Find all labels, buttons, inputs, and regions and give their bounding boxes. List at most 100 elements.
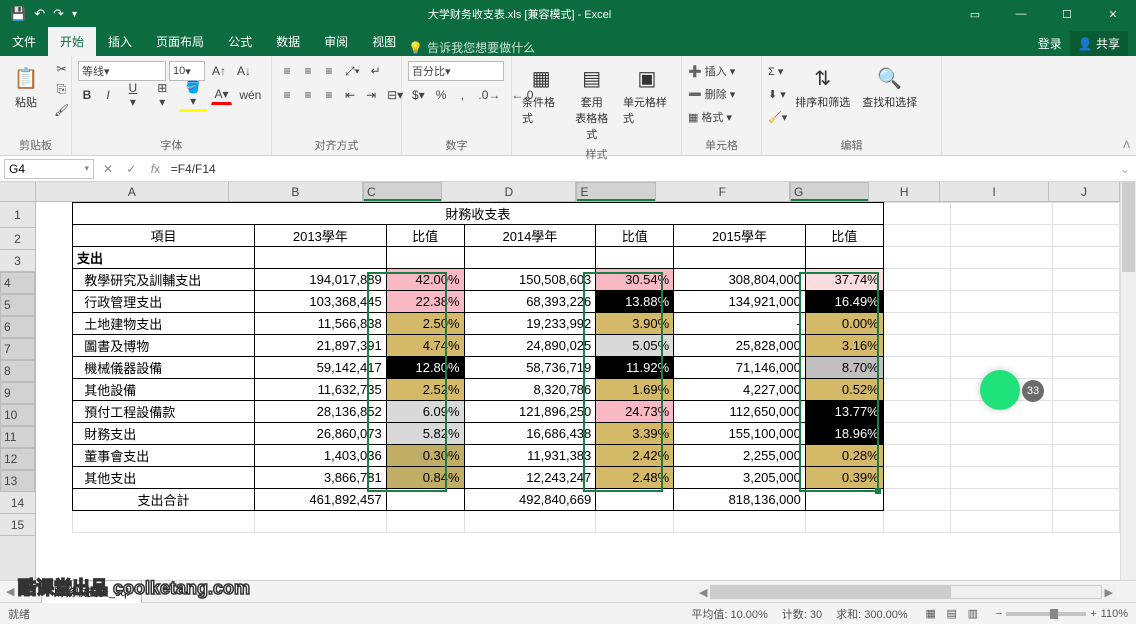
currency-icon[interactable]: $▾ bbox=[408, 86, 429, 104]
fill-button[interactable]: ⬇ ▾ bbox=[768, 83, 787, 105]
row-header[interactable]: 13 bbox=[0, 470, 35, 492]
delete-button[interactable]: ➖ 删除 ▾ bbox=[688, 83, 735, 105]
page-layout-view-icon[interactable]: ▤ bbox=[943, 606, 961, 621]
tab-file[interactable]: 文件 bbox=[0, 27, 48, 56]
tab-insert[interactable]: 插入 bbox=[96, 27, 144, 56]
row-header[interactable]: 9 bbox=[0, 382, 35, 404]
row-header[interactable]: 6 bbox=[0, 316, 35, 338]
align-left-icon[interactable]: ≡ bbox=[278, 86, 296, 104]
sort-filter-button[interactable]: ⇅排序和筛选 bbox=[791, 60, 854, 112]
paste-button[interactable]: 📋 粘贴 bbox=[6, 60, 46, 112]
tab-layout[interactable]: 页面布局 bbox=[144, 27, 216, 56]
tab-formulas[interactable]: 公式 bbox=[216, 27, 264, 56]
row-header[interactable]: 4 bbox=[0, 272, 35, 294]
horizontal-scrollbar[interactable]: ◀▶ bbox=[696, 584, 1116, 600]
row-header[interactable]: 14 bbox=[0, 492, 35, 514]
orientation-icon[interactable]: ⤢▾ bbox=[341, 62, 364, 81]
conditional-format-button[interactable]: ▦条件格式 bbox=[518, 60, 564, 128]
page-break-view-icon[interactable]: ▥ bbox=[964, 606, 982, 621]
save-icon[interactable]: 💾 bbox=[10, 6, 26, 22]
column-header[interactable]: I bbox=[940, 182, 1049, 202]
vertical-scrollbar[interactable] bbox=[1120, 182, 1136, 580]
indent-dec-icon[interactable]: ⇤ bbox=[341, 86, 359, 104]
spreadsheet-grid[interactable]: 1 2 3 4 5 6 7 8 9 10 11 12 13 14 15 ABCD… bbox=[0, 182, 1136, 580]
zoom-out-icon[interactable]: − bbox=[996, 608, 1002, 620]
row-header[interactable]: 3 bbox=[0, 250, 35, 272]
copy-icon[interactable]: ⎘ bbox=[50, 80, 73, 99]
row-header[interactable]: 8 bbox=[0, 360, 35, 382]
cut-icon[interactable]: ✂ bbox=[50, 60, 73, 78]
column-header[interactable]: B bbox=[229, 182, 363, 202]
collapse-ribbon-icon[interactable]: ᐱ bbox=[1123, 140, 1130, 151]
tab-data[interactable]: 数据 bbox=[264, 27, 312, 56]
cancel-formula-icon[interactable]: ✕ bbox=[98, 162, 118, 176]
align-middle-icon[interactable]: ≡ bbox=[299, 62, 317, 80]
decrease-font-icon[interactable]: A↓ bbox=[233, 62, 255, 80]
maximize-button[interactable]: ☐ bbox=[1044, 0, 1090, 28]
column-header[interactable]: J bbox=[1049, 182, 1120, 202]
share-button[interactable]: 👤 共享 bbox=[1070, 31, 1128, 56]
redo-icon[interactable]: ↷ bbox=[53, 6, 64, 22]
column-header[interactable]: E bbox=[576, 182, 655, 202]
format-painter-icon[interactable]: 🖌 bbox=[50, 101, 73, 119]
zoom-control[interactable]: − + 110% bbox=[996, 608, 1128, 620]
minimize-button[interactable]: — bbox=[998, 0, 1044, 28]
autosum-button[interactable]: Σ ▾ bbox=[768, 60, 787, 82]
zoom-in-icon[interactable]: + bbox=[1090, 608, 1096, 620]
tab-home[interactable]: 开始 bbox=[48, 27, 96, 56]
comma-icon[interactable]: , bbox=[453, 86, 471, 104]
row-header[interactable]: 2 bbox=[0, 228, 35, 250]
bold-button[interactable]: B bbox=[78, 86, 96, 104]
wrap-text-icon[interactable]: ↵ bbox=[367, 62, 385, 80]
align-right-icon[interactable]: ≡ bbox=[320, 86, 338, 104]
zoom-level[interactable]: 110% bbox=[1101, 608, 1128, 620]
row-header[interactable]: 5 bbox=[0, 294, 35, 316]
increase-font-icon[interactable]: A↑ bbox=[208, 62, 230, 80]
enter-formula-icon[interactable]: ✓ bbox=[121, 162, 141, 176]
cell-styles-button[interactable]: ▣单元格样式 bbox=[619, 60, 675, 128]
column-header[interactable]: C bbox=[363, 182, 442, 202]
number-format-select[interactable]: 百分比 ▾ bbox=[408, 61, 504, 81]
normal-view-icon[interactable]: ▦ bbox=[922, 606, 940, 621]
name-box[interactable]: G4▾ bbox=[4, 159, 94, 179]
column-header[interactable]: A bbox=[36, 182, 229, 202]
inc-decimal-icon[interactable]: .0→ bbox=[474, 86, 504, 104]
close-button[interactable]: ✕ bbox=[1090, 0, 1136, 28]
row-header[interactable]: 10 bbox=[0, 404, 35, 426]
italic-button[interactable]: I bbox=[99, 86, 117, 104]
fill-color-button[interactable]: 🪣▾ bbox=[179, 78, 208, 112]
column-header[interactable]: F bbox=[656, 182, 790, 202]
phonetic-icon[interactable]: wén bbox=[235, 86, 265, 104]
percent-icon[interactable]: % bbox=[432, 86, 451, 104]
row-header[interactable]: 12 bbox=[0, 448, 35, 470]
indent-inc-icon[interactable]: ⇥ bbox=[362, 86, 380, 104]
underline-button[interactable]: U ▾ bbox=[120, 79, 146, 111]
row-header[interactable]: 7 bbox=[0, 338, 35, 360]
clear-button[interactable]: 🧹▾ bbox=[768, 106, 787, 128]
zoom-slider[interactable] bbox=[1006, 612, 1086, 616]
row-header[interactable]: 11 bbox=[0, 426, 35, 448]
font-name-select[interactable]: 等线 ▾ bbox=[78, 61, 166, 81]
formula-input[interactable]: =F4/F14 bbox=[165, 162, 1114, 176]
align-top-icon[interactable]: ≡ bbox=[278, 62, 296, 80]
align-center-icon[interactable]: ≡ bbox=[299, 86, 317, 104]
login-link[interactable]: 登录 bbox=[1038, 35, 1062, 52]
column-header[interactable]: D bbox=[442, 182, 576, 202]
row-header[interactable]: 15 bbox=[0, 514, 35, 536]
insert-button[interactable]: ➕ 插入 ▾ bbox=[688, 60, 735, 82]
format-button[interactable]: ▦ 格式 ▾ bbox=[688, 106, 732, 128]
border-button[interactable]: ⊞ ▾ bbox=[149, 79, 176, 111]
tab-view[interactable]: 视图 bbox=[360, 27, 408, 56]
expand-formula-icon[interactable]: ⌄ bbox=[1114, 162, 1136, 176]
format-as-table-button[interactable]: ▤套用 表格格式 bbox=[568, 60, 614, 144]
undo-icon[interactable]: ↶ bbox=[34, 6, 45, 22]
find-select-button[interactable]: 🔍查找和选择 bbox=[858, 60, 921, 112]
font-color-button[interactable]: A▾ bbox=[211, 85, 233, 105]
fx-icon[interactable]: fx bbox=[145, 162, 165, 176]
tell-me[interactable]: 💡告诉我您想要做什么 bbox=[408, 39, 535, 56]
select-all-corner[interactable] bbox=[0, 182, 36, 202]
ribbon-options-icon[interactable]: ▭ bbox=[952, 0, 998, 28]
tab-review[interactable]: 审阅 bbox=[312, 27, 360, 56]
qat-more-icon[interactable]: ▾ bbox=[72, 9, 77, 20]
column-header[interactable]: H bbox=[869, 182, 940, 202]
